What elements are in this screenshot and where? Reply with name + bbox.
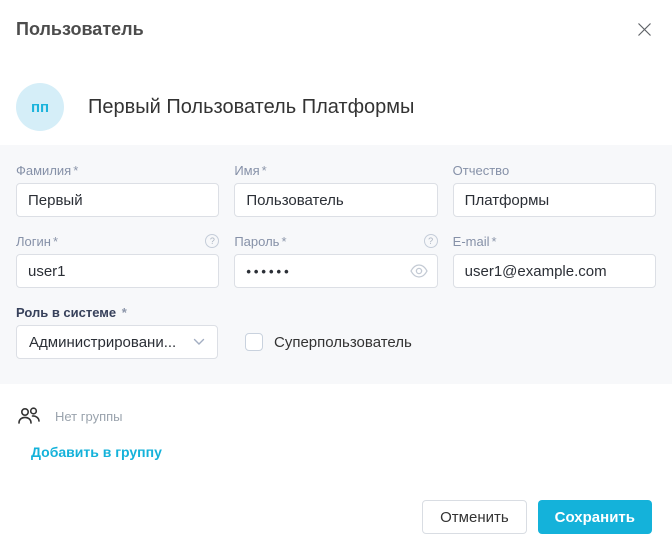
- profile-row: пп Первый Пользователь Платформы: [0, 83, 672, 131]
- field-login: Логин* ?: [16, 233, 219, 288]
- field-password: Пароль* ?: [234, 233, 437, 288]
- groups-section: Нет группы Добавить в группу: [0, 384, 672, 462]
- role-selected-value: Администрировани...: [29, 334, 176, 351]
- required-asterisk: *: [262, 163, 267, 178]
- last-name-input[interactable]: [16, 183, 219, 217]
- add-to-group-link[interactable]: Добавить в группу: [31, 444, 162, 460]
- dialog-footer: Отменить Сохранить: [422, 500, 652, 534]
- help-icon[interactable]: ?: [424, 234, 438, 248]
- group-row: Нет группы: [16, 404, 656, 428]
- help-icon[interactable]: ?: [205, 234, 219, 248]
- email-label: E-mail*: [453, 234, 497, 249]
- chevron-down-icon: [193, 338, 205, 346]
- first-name-label: Имя*: [234, 163, 266, 178]
- login-input[interactable]: [16, 254, 219, 288]
- required-asterisk: *: [53, 234, 58, 249]
- superuser-label: Суперпользователь: [274, 334, 412, 351]
- required-asterisk: *: [73, 163, 78, 178]
- save-button[interactable]: Сохранить: [538, 500, 652, 534]
- cancel-button[interactable]: Отменить: [422, 500, 527, 534]
- superuser-checkbox-row[interactable]: Суперпользователь: [245, 333, 412, 351]
- role-row: Роль в системе * Администрировани... Суп…: [16, 304, 656, 359]
- role-select[interactable]: Администрировани...: [16, 325, 218, 359]
- required-asterisk: *: [492, 234, 497, 249]
- login-label: Логин*: [16, 234, 58, 249]
- superuser-checkbox[interactable]: [245, 333, 263, 351]
- email-input[interactable]: [453, 254, 656, 288]
- password-input[interactable]: [234, 254, 437, 288]
- avatar: пп: [16, 83, 64, 131]
- first-name-input[interactable]: [234, 183, 437, 217]
- dialog-title: Пользователь: [16, 19, 144, 40]
- role-label: Роль в системе *: [16, 305, 127, 320]
- field-last-name: Фамилия*: [16, 162, 219, 217]
- dialog-header: Пользователь: [0, 0, 672, 40]
- field-role: Роль в системе * Администрировани...: [16, 304, 218, 359]
- field-first-name: Имя*: [234, 162, 437, 217]
- close-icon[interactable]: [637, 22, 652, 37]
- form-section: Фамилия* Имя* Отчество Логин* ?: [0, 145, 672, 384]
- password-label: Пароль*: [234, 234, 286, 249]
- required-asterisk: *: [122, 305, 127, 320]
- group-empty-text: Нет группы: [55, 409, 123, 424]
- field-middle-name: Отчество: [453, 162, 656, 217]
- middle-name-input[interactable]: [453, 183, 656, 217]
- required-asterisk: *: [281, 234, 286, 249]
- eye-icon[interactable]: [410, 264, 428, 278]
- last-name-label: Фамилия*: [16, 163, 78, 178]
- full-name: Первый Пользователь Платформы: [88, 96, 414, 119]
- user-dialog: Пользователь пп Первый Пользователь Плат…: [0, 0, 672, 555]
- field-email: E-mail*: [453, 233, 656, 288]
- middle-name-label: Отчество: [453, 163, 510, 178]
- users-group-icon: [16, 404, 42, 428]
